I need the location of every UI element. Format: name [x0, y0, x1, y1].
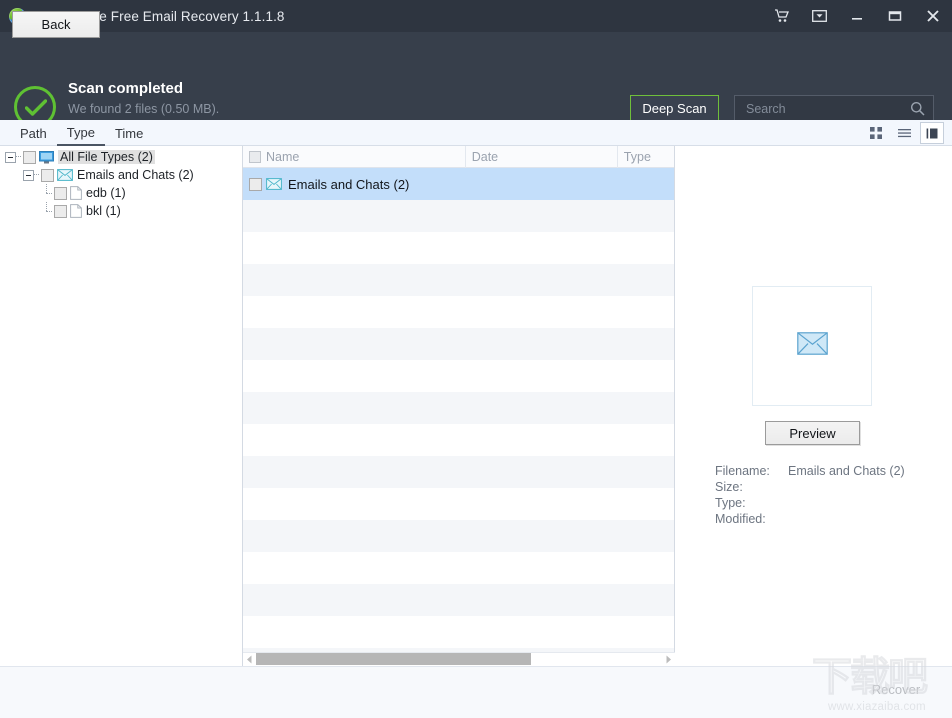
view-toggle-group — [864, 122, 944, 144]
metadata-key: Size: — [715, 480, 743, 494]
table-row[interactable] — [243, 392, 674, 424]
tab-group: Path Type Time — [10, 120, 153, 146]
scrollbar-thumb[interactable] — [256, 653, 531, 665]
file-list-rows: Emails and Chats (2) — [243, 168, 674, 666]
column-header-name[interactable]: Name — [243, 146, 466, 168]
metadata-value: Emails and Chats (2) — [788, 464, 905, 478]
metadata-row-type: Type: — [715, 495, 905, 511]
tab-type[interactable]: Type — [56, 120, 105, 146]
envelope-icon — [796, 332, 828, 360]
table-row[interactable] — [243, 616, 674, 648]
table-row[interactable] — [243, 520, 674, 552]
window-controls — [762, 0, 952, 32]
list-view-icon[interactable] — [892, 122, 916, 144]
search-box[interactable] — [734, 95, 934, 122]
preview-thumbnail — [752, 286, 872, 406]
table-row[interactable] — [243, 296, 674, 328]
file-type-tree: All File Types (2) Emails and Chats (2) — [0, 146, 243, 666]
table-row[interactable] — [243, 328, 674, 360]
tree-node-label: edb (1) — [86, 186, 126, 200]
table-row[interactable] — [243, 232, 674, 264]
expander-toggle-icon[interactable] — [23, 169, 34, 181]
tree-connector — [41, 202, 52, 220]
tree-node-bkl[interactable]: bkl (1) — [0, 202, 242, 220]
scan-status-header: Scan completed We found 2 files (0.50 MB… — [0, 32, 952, 134]
tree-connector — [34, 174, 39, 176]
table-row[interactable] — [243, 264, 674, 296]
scan-result-summary: We found 2 files (0.50 MB). — [68, 102, 220, 116]
scroll-right-icon[interactable] — [662, 653, 675, 666]
row-name-label: Emails and Chats (2) — [288, 176, 410, 192]
tree-checkbox[interactable] — [54, 186, 67, 200]
tree-checkbox[interactable] — [41, 168, 54, 182]
tree-node-edb[interactable]: edb (1) — [0, 184, 242, 202]
tree-node-label: All File Types (2) — [58, 150, 155, 164]
recover-button[interactable]: Recover — [850, 676, 942, 703]
column-header-date[interactable]: Date — [466, 146, 618, 168]
select-all-checkbox[interactable] — [249, 150, 261, 163]
expander-toggle-icon[interactable] — [5, 151, 16, 163]
tree-connector — [16, 156, 21, 158]
metadata-key: Type: — [715, 496, 746, 510]
envelope-icon — [266, 178, 282, 190]
scroll-left-icon[interactable] — [243, 653, 256, 666]
tree-node-emails-and-chats[interactable]: Emails and Chats (2) — [0, 166, 242, 184]
cart-icon[interactable] — [762, 0, 800, 32]
application-window: IUWEshare Free Email Recovery 1.1.1.8 Sc… — [0, 0, 952, 718]
table-row[interactable] — [243, 200, 674, 232]
tree-connector — [41, 184, 52, 202]
tab-time[interactable]: Time — [105, 120, 153, 146]
scrollbar-track[interactable] — [256, 653, 662, 666]
row-checkbox[interactable] — [249, 177, 262, 191]
file-metadata: Filename: Emails and Chats (2) Size: Typ… — [715, 463, 905, 527]
grid-view-icon[interactable] — [864, 122, 888, 144]
tree-node-label: Emails and Chats (2) — [77, 168, 194, 182]
minimize-icon[interactable] — [838, 0, 876, 32]
column-header-name-label: Name — [266, 149, 300, 164]
metadata-row-size: Size: — [715, 479, 905, 495]
scan-status-title: Scan completed — [68, 80, 184, 97]
tree-checkbox[interactable] — [54, 204, 67, 218]
file-list-header: Name Date Type — [243, 146, 674, 168]
table-row[interactable] — [243, 360, 674, 392]
maximize-icon[interactable] — [876, 0, 914, 32]
file-list-panel: Name Date Type Emails and Chats (2) — [243, 146, 675, 666]
column-header-type[interactable]: Type — [618, 146, 674, 168]
footer-bar — [0, 666, 952, 718]
file-list-horizontal-scrollbar[interactable] — [243, 652, 675, 666]
metadata-row-filename: Filename: Emails and Chats (2) — [715, 463, 905, 479]
title-bar: IUWEshare Free Email Recovery 1.1.1.8 — [0, 0, 952, 32]
metadata-row-modified: Modified: — [715, 511, 905, 527]
document-icon — [70, 204, 82, 218]
tree-node-all-file-types[interactable]: All File Types (2) — [0, 148, 242, 166]
envelope-icon — [57, 169, 73, 181]
tab-path[interactable]: Path — [10, 120, 57, 146]
table-row[interactable] — [243, 424, 674, 456]
table-row[interactable] — [243, 584, 674, 616]
tree-node-label: bkl (1) — [86, 204, 121, 218]
table-row[interactable] — [243, 456, 674, 488]
detail-view-icon[interactable] — [920, 122, 944, 144]
search-input[interactable] — [744, 100, 906, 117]
close-icon[interactable] — [914, 0, 952, 32]
table-row[interactable]: Emails and Chats (2) — [243, 168, 674, 200]
metadata-key: Filename: — [715, 464, 770, 478]
preview-panel: Preview Filename: Emails and Chats (2) S… — [676, 146, 952, 666]
deep-scan-button[interactable]: Deep Scan — [630, 95, 719, 122]
back-button[interactable]: Back — [12, 11, 100, 38]
table-row[interactable] — [243, 488, 674, 520]
tree-checkbox[interactable] — [23, 150, 36, 164]
search-icon[interactable] — [910, 101, 925, 116]
table-row[interactable] — [243, 552, 674, 584]
metadata-key: Modified: — [715, 512, 766, 526]
preview-button[interactable]: Preview — [765, 421, 860, 445]
document-icon — [70, 186, 82, 200]
minimize-to-tray-icon[interactable] — [800, 0, 838, 32]
tab-bar: Path Type Time — [0, 120, 952, 146]
monitor-icon — [39, 150, 54, 164]
